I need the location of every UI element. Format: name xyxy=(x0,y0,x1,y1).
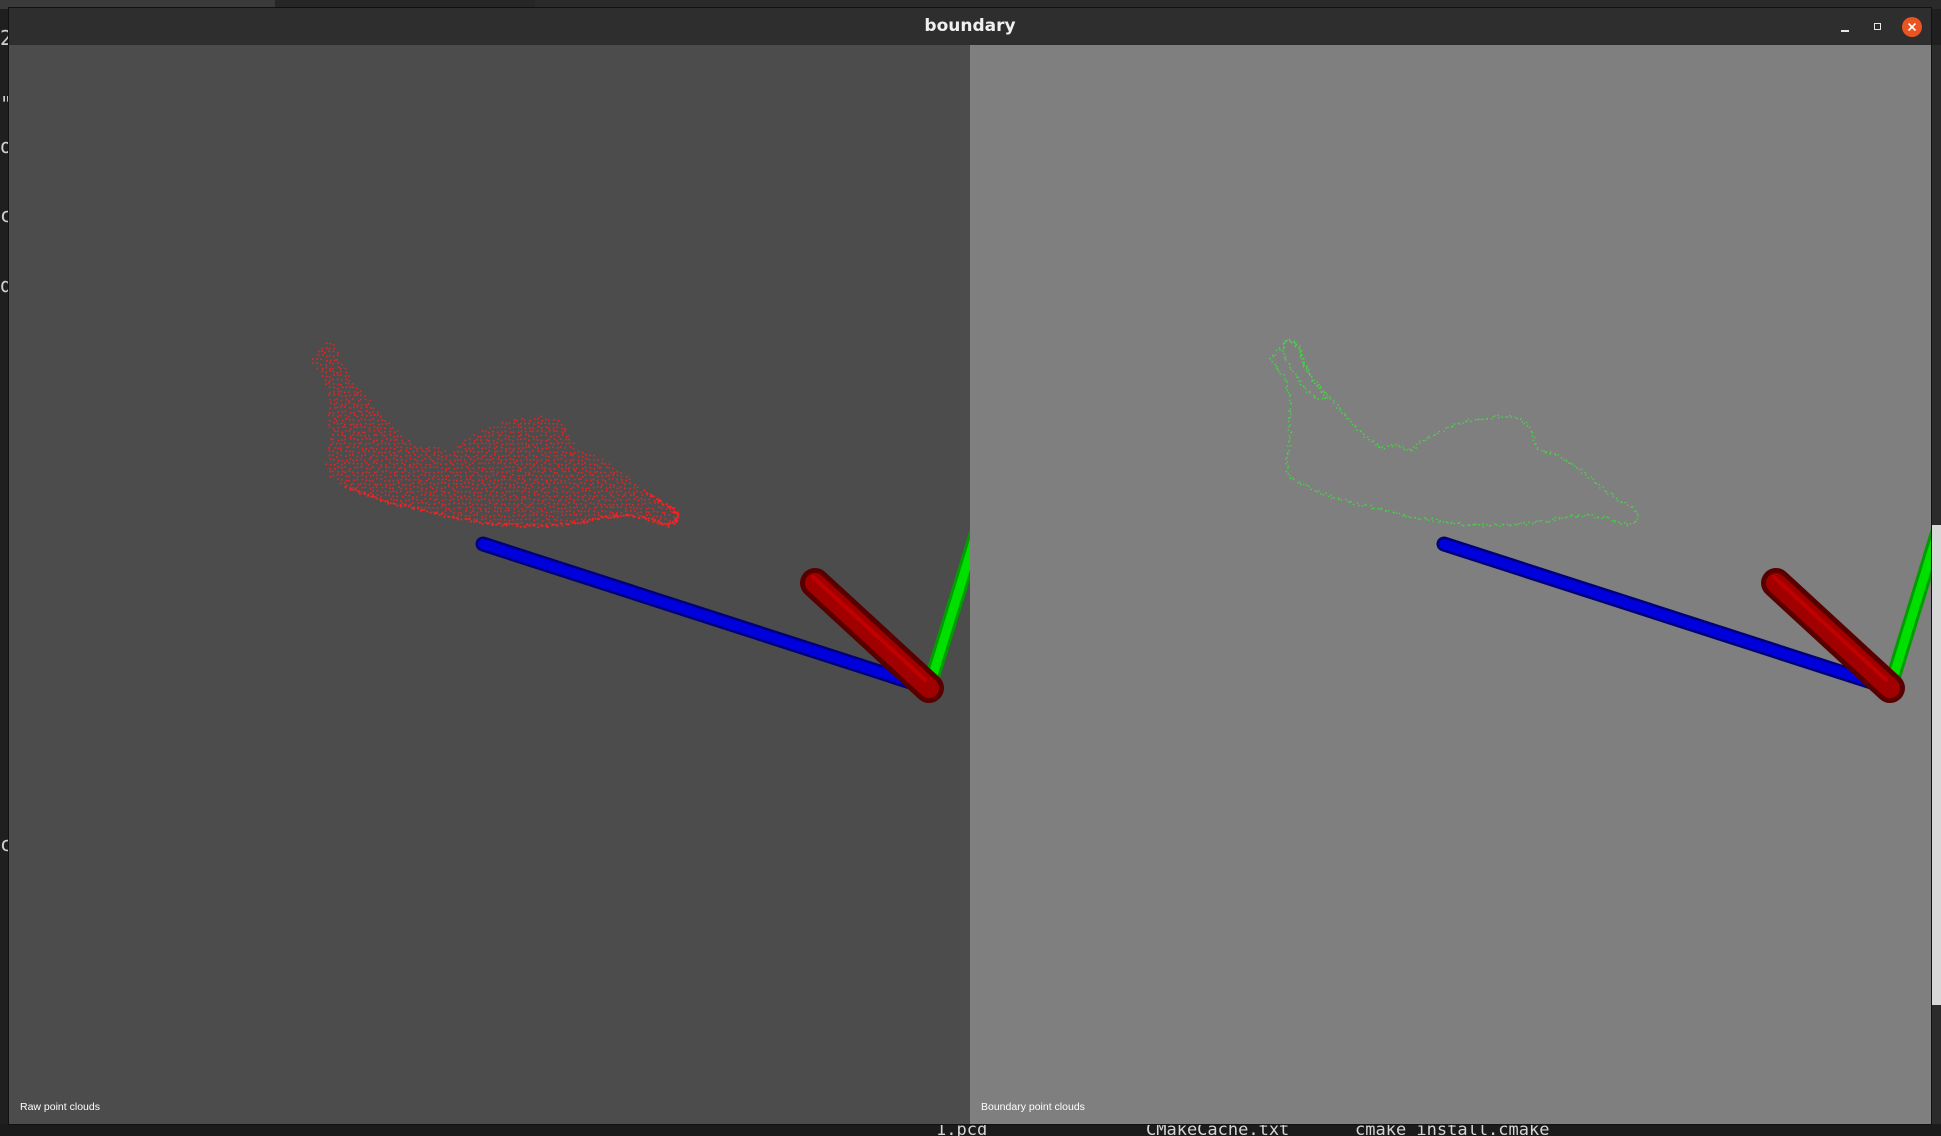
window-title: boundary xyxy=(924,16,1016,36)
terminal-file-entry: cmake_install.cmake xyxy=(1355,1124,1550,1136)
close-icon xyxy=(1907,22,1917,32)
maximize-icon xyxy=(1874,23,1881,30)
minimize-button[interactable] xyxy=(1835,17,1855,37)
desktop: 2 " o c d c 1.pcd CMakeCache.txt cmake_i… xyxy=(0,0,1941,1136)
boundary-viewport-label: Boundary point clouds xyxy=(981,1101,1085,1113)
terminal-file-entry: 1.pcd xyxy=(936,1124,988,1136)
coordinate-axes xyxy=(1436,528,1931,703)
raw-scene[interactable] xyxy=(9,45,970,1124)
background-terminal-listing: 1.pcd CMakeCache.txt cmake_install.cmake xyxy=(0,1124,1941,1136)
boundary-scene[interactable] xyxy=(970,45,1931,1124)
coordinate-axes xyxy=(475,528,970,703)
boundary-viewport[interactable]: Boundary point clouds xyxy=(970,45,1931,1124)
raw-point-cloud xyxy=(311,342,680,529)
raw-viewport[interactable]: Raw point clouds xyxy=(9,45,970,1124)
terminal-file-entry: CMakeCache.txt xyxy=(1146,1124,1290,1136)
boundary-point-cloud xyxy=(1269,338,1639,528)
maximize-button[interactable] xyxy=(1868,17,1888,37)
close-button[interactable] xyxy=(1902,17,1922,37)
minimize-icon xyxy=(1841,30,1849,32)
background-editor-edge xyxy=(1931,45,1941,1124)
viewer-window: boundary Raw point clouds Boundary point… xyxy=(9,8,1931,1124)
title-bar[interactable]: boundary xyxy=(9,8,1931,46)
raw-viewport-label: Raw point clouds xyxy=(20,1101,100,1113)
